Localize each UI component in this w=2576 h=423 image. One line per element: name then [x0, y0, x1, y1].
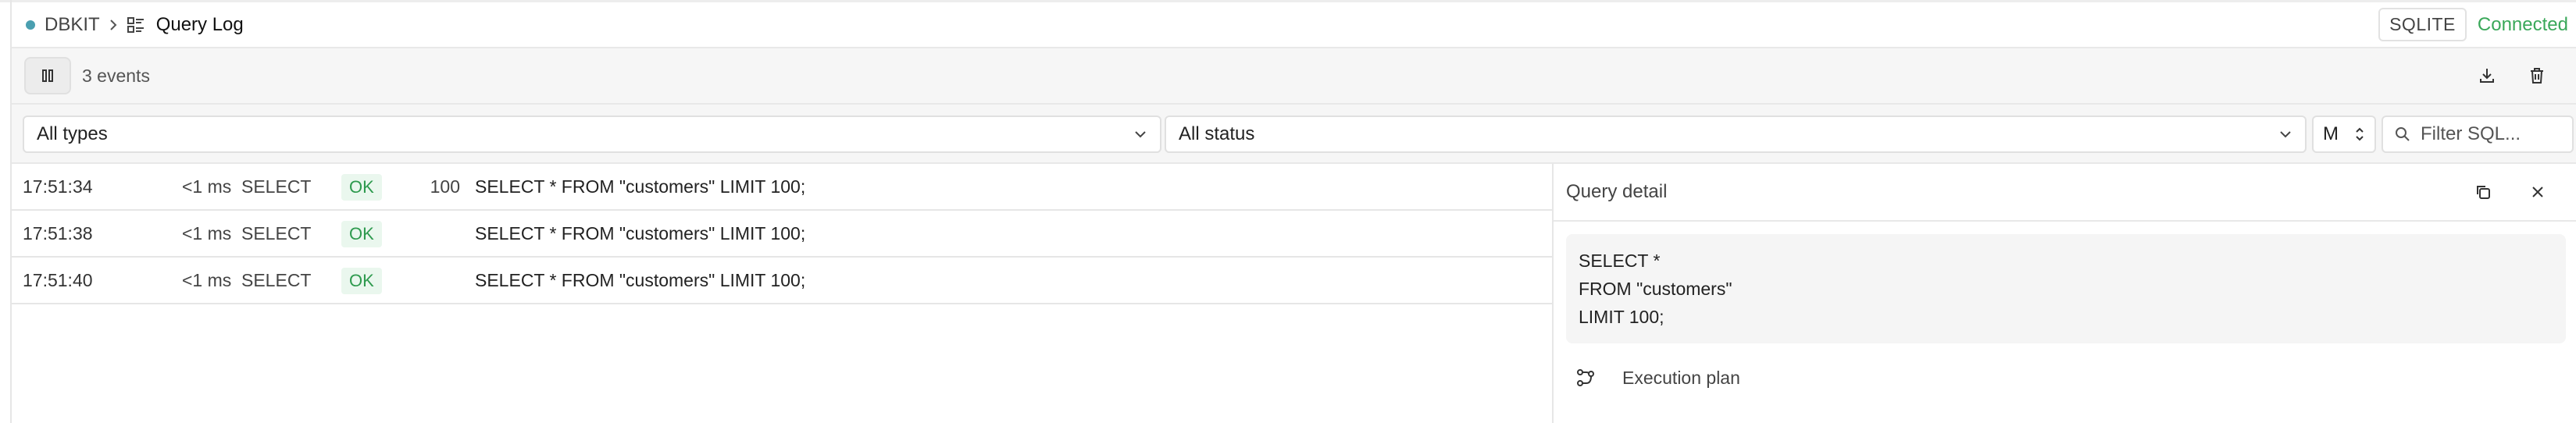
row-sql: SELECT * FROM "customers" LIMIT 100;	[475, 269, 806, 290]
clear-log-button[interactable]	[2512, 57, 2562, 94]
row-time: 17:51:40	[23, 269, 93, 290]
detail-header: Query detail	[1554, 164, 2576, 222]
chevron-down-icon	[1135, 131, 1146, 138]
table-row[interactable]: 17:51:34 <1 ms SELECT OK 100 SELECT * FR…	[12, 164, 1552, 211]
type-filter-value: All types	[37, 123, 108, 144]
execution-plan-icon	[1575, 366, 1607, 389]
detail-title: Query detail	[1566, 181, 1668, 202]
table-row[interactable]: 17:51:38 <1 ms SELECT OK SELECT * FROM "…	[12, 211, 1552, 258]
ms-threshold-stepper[interactable]: M	[2312, 116, 2376, 153]
execution-plan-toggle[interactable]: Execution plan	[1575, 362, 1740, 393]
connection-dot	[26, 20, 35, 30]
table-row[interactable]: 17:51:40 <1 ms SELECT OK SELECT * FROM "…	[12, 258, 1552, 304]
chevron-right-icon	[100, 16, 127, 34]
status-filter-select[interactable]: All status	[1165, 116, 2307, 153]
pause-icon	[42, 69, 53, 82]
row-type: SELECT	[241, 176, 312, 197]
query-log-icon	[127, 16, 147, 34]
row-duration: <1 ms	[182, 269, 232, 290]
row-count: 100	[430, 176, 460, 197]
download-button[interactable]	[2462, 57, 2512, 94]
status-badge: OK	[341, 268, 382, 294]
sql-filter-input[interactable]	[2421, 123, 2561, 145]
db-type-badge: SQLITE	[2378, 8, 2467, 41]
query-log-table: 17:51:34 <1 ms SELECT OK 100 SELECT * FR…	[12, 164, 1552, 423]
page-title: Query Log	[155, 13, 244, 35]
close-detail-button[interactable]	[2510, 173, 2565, 211]
type-filter-select[interactable]: All types	[23, 116, 1161, 153]
close-icon	[2532, 187, 2543, 197]
row-time: 17:51:38	[23, 222, 93, 243]
header-bar: DBKIT Query Log SQLITE Connected	[12, 2, 2576, 48]
row-duration: <1 ms	[182, 222, 232, 243]
breadcrumb-app[interactable]: DBKIT	[45, 14, 100, 36]
connection-status: Connected	[2477, 13, 2568, 35]
copy-sql-button[interactable]	[2456, 173, 2510, 211]
sql-line: SELECT *	[1579, 251, 1661, 271]
ms-threshold-value: M	[2323, 123, 2339, 144]
row-sql: SELECT * FROM "customers" LIMIT 100;	[475, 176, 806, 197]
status-badge: OK	[341, 174, 382, 201]
row-duration: <1 ms	[182, 176, 232, 197]
query-detail-panel: Query detail SELECT * FROM "customers" L…	[1552, 164, 2576, 423]
sql-line: FROM "customers"	[1579, 279, 1732, 299]
row-time: 17:51:34	[23, 176, 93, 197]
stepper-arrows-icon	[2356, 127, 2364, 141]
sql-line: LIMIT 100;	[1579, 307, 1664, 327]
status-badge: OK	[341, 221, 382, 247]
status-filter-value: All status	[1179, 123, 1255, 144]
copy-icon	[2477, 186, 2490, 199]
sql-code-block: SELECT * FROM "customers" LIMIT 100;	[1566, 234, 2566, 343]
trash-icon	[2531, 68, 2543, 84]
row-sql: SELECT * FROM "customers" LIMIT 100;	[475, 222, 806, 243]
filter-bar: All types All status M	[12, 105, 2576, 164]
pause-button[interactable]	[24, 57, 71, 94]
row-type: SELECT	[241, 269, 312, 290]
search-icon	[2396, 127, 2410, 141]
sql-filter-field[interactable]	[2382, 116, 2574, 153]
chevron-down-icon	[2280, 131, 2291, 138]
events-count: 3 events	[82, 65, 150, 86]
row-type: SELECT	[241, 222, 312, 243]
execution-plan-label: Execution plan	[1622, 367, 1740, 388]
toolbar: 3 events	[12, 48, 2576, 105]
download-icon	[2480, 69, 2494, 83]
